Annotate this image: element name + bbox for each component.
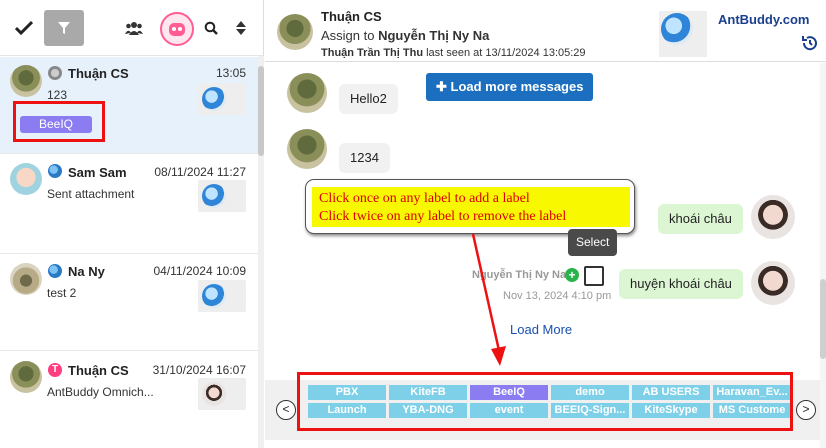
conversation-item[interactable]: Sam Sam 08/11/2024 11:27 Sent attachment [0,154,258,254]
message-bubble: Hello2 [339,84,398,114]
tooltip-line: Click once on any label to add a label [319,191,530,206]
message-bubble: huyện khoái châu [619,269,743,299]
assign-line[interactable]: Assign to Nguyễn Thị Ny Na [321,28,489,43]
sender-avatar [287,73,327,113]
users-icon[interactable] [124,18,144,38]
agent-avatar [751,195,795,239]
message-bubble: khoái châu [658,204,743,234]
conversation-scrollbar[interactable] [258,56,264,448]
conversation-time: 04/11/2024 10:09 [153,264,246,278]
avatar [10,263,42,295]
agent-avatar [751,261,795,305]
chevron-right-icon[interactable]: > [796,400,816,420]
filter-button[interactable] [44,10,84,46]
check-icon[interactable] [14,18,34,38]
avatar [10,361,42,393]
add-icon[interactable]: + [565,268,579,282]
search-icon[interactable] [203,20,219,36]
conversation-preview: Sent attachment [47,187,135,201]
contact-avatar [277,14,313,50]
avatar [10,65,42,97]
channel-icon [48,264,62,278]
conversation-item[interactable]: T Thuận CS 31/10/2024 16:07 AntBuddy Omn… [0,351,258,448]
load-more-link[interactable]: Load More [510,322,572,337]
conversation-thumbnail [198,180,246,212]
conversation-thumbnail [198,378,246,410]
message-bubble: 1234 [339,143,390,173]
sender-name: Nguyễn Thị Ny Na [472,269,567,281]
conversation-thumbnail [198,83,246,115]
avatar [10,163,42,195]
plus-icon: ✚ [436,79,451,94]
bot-icon[interactable] [160,12,194,46]
conversation-name: Na Ny [68,264,105,279]
conversation-toolbar [0,0,263,56]
assignee-name: Nguyễn Thị Ny Na [378,28,490,43]
contact-name: Thuận CS [321,9,382,24]
tooltip-line: Click twice on any label to remove the l… [319,209,567,224]
conversation-preview: 123 [47,88,68,102]
message-area: Hello2 ✚ Load more messages 1234 Click o… [265,63,826,448]
assign-prefix: Assign to [321,28,379,43]
brand-name: AntBuddy.com [718,12,810,27]
load-more-label: Load more messages [450,79,584,94]
t-channel-icon: T [48,363,62,377]
channel-thumbnail [659,11,707,57]
conversation-name: Thuận CS [68,66,129,81]
conversation-preview: test 2 [47,286,77,300]
channel-icon [48,164,62,178]
chat-header: Thuận CS Assign to Nguyễn Thị Ny Na Thuậ… [265,0,826,62]
conversation-time: 08/11/2024 11:27 [154,165,246,179]
highlight-box [297,372,793,431]
chat-scrollbar[interactable] [820,63,826,448]
conversation-panel: Thuận CS 13:05 123 BeeIQ Sam Sam 08/11/2… [0,0,264,448]
highlight-box [13,101,105,142]
select-tooltip: Select [568,229,618,256]
last-seen: Thuận Trần Thị Thu last seen at 13/11/20… [321,47,586,59]
conversation-preview: AntBuddy Omnich... [47,385,154,399]
conversation-time: 31/10/2024 16:07 [152,363,246,377]
history-icon[interactable] [801,34,819,57]
message-time: Nov 13, 2024 4:10 pm [503,290,612,302]
sort-icon[interactable] [235,19,247,37]
filter-icon [58,22,70,34]
conversation-item[interactable]: Na Ny 04/11/2024 10:09 test 2 [0,254,258,351]
sender-avatar [287,129,327,169]
label-tooltip: Click once on any label to add a label C… [305,179,635,234]
seen-text: last seen at 13/11/2024 13:05:29 [423,47,586,59]
bot-channel-icon [48,66,62,80]
chat-panel: Thuận CS Assign to Nguyễn Thị Ny Na Thuậ… [265,0,826,448]
load-more-messages-button[interactable]: ✚ Load more messages [426,73,594,101]
conversation-name: Sam Sam [68,165,127,180]
conversation-thumbnail [198,280,246,312]
chevron-left-icon[interactable]: < [276,400,296,420]
conversation-time: 13:05 [215,66,246,80]
seen-name: Thuận Trần Thị Thu [321,47,424,59]
conversation-name: Thuận CS [68,363,129,378]
select-checkbox[interactable] [584,266,604,286]
